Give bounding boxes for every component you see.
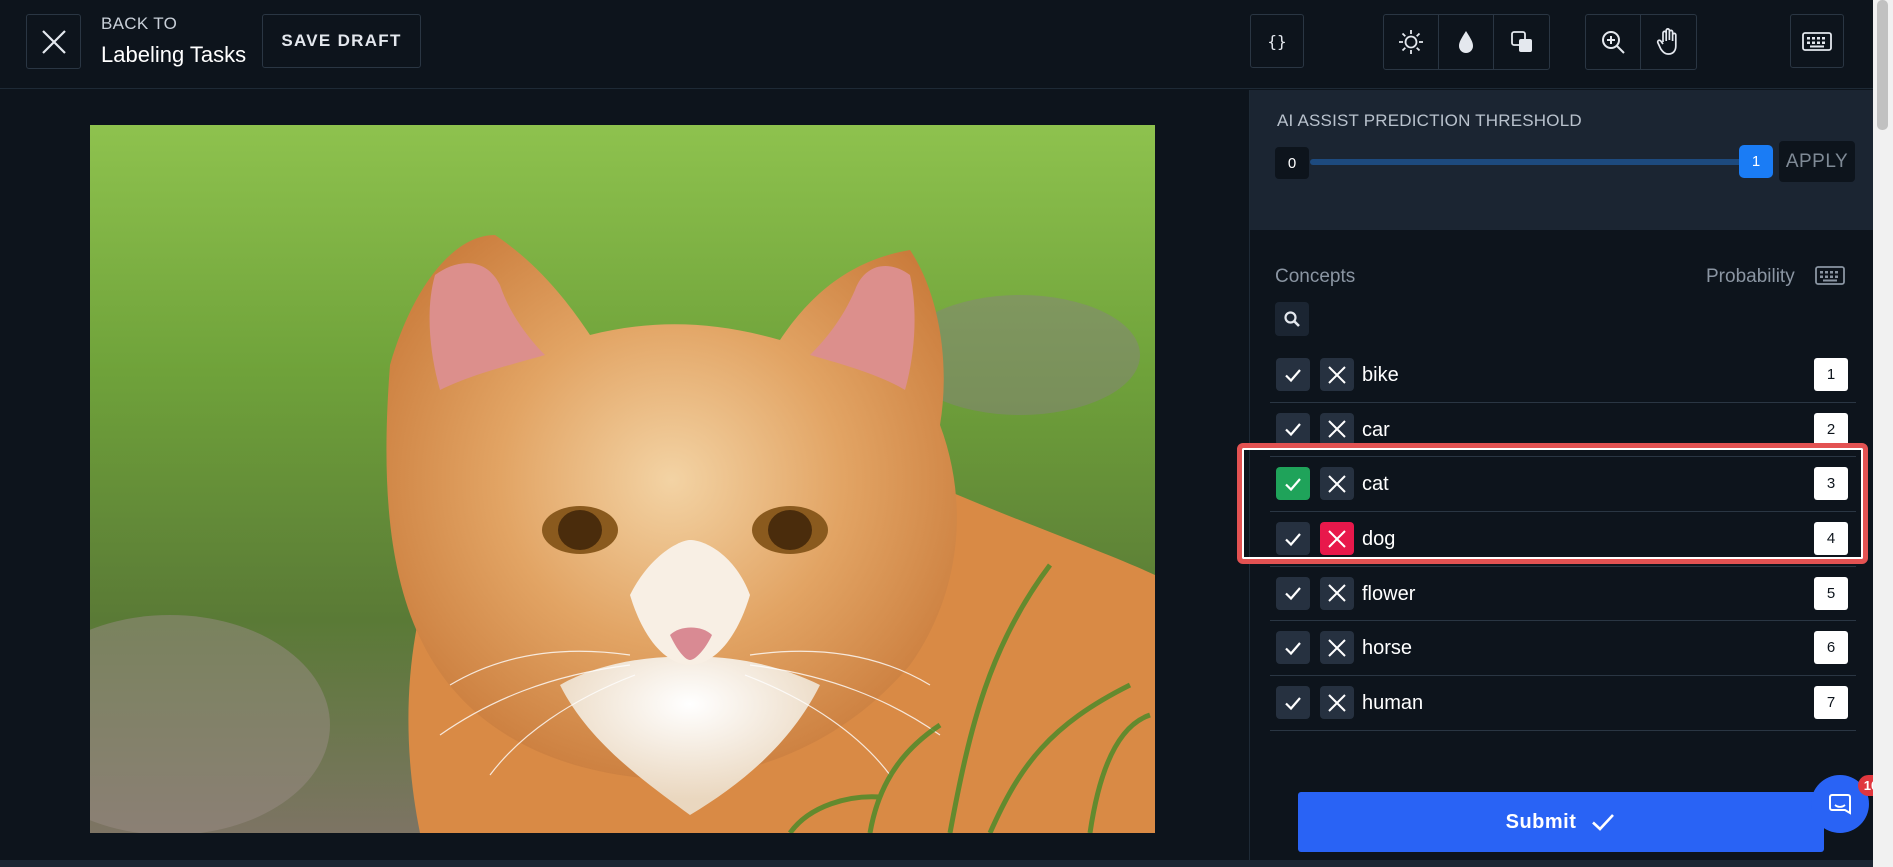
concept-row-flower: flower 5: [1270, 567, 1856, 622]
navigation-tools-group: [1585, 14, 1697, 70]
sun-icon: [1399, 30, 1423, 54]
close-button[interactable]: [26, 14, 81, 69]
concept-shortcut-key: 2: [1814, 412, 1848, 446]
top-toolbar: BACK TO Labeling Tasks SAVE DRAFT {}: [0, 0, 1873, 89]
check-icon: [1285, 368, 1301, 382]
concept-search-button[interactable]: [1275, 302, 1309, 336]
ai-assist-threshold-label: AI ASSIST PREDICTION THRESHOLD: [1277, 111, 1582, 130]
concept-row-car: car 2: [1270, 403, 1856, 458]
scrollbar-thumb[interactable]: [1877, 0, 1888, 130]
concept-row-bike: bike 1: [1270, 348, 1856, 403]
pan-button[interactable]: [1641, 15, 1696, 69]
accept-dog-button[interactable]: [1276, 522, 1310, 556]
close-icon: [1328, 475, 1346, 493]
accept-car-button[interactable]: [1276, 412, 1310, 446]
concept-shortcut-key: 3: [1814, 467, 1848, 501]
keyboard-icon: [1815, 266, 1845, 285]
close-icon: [1328, 639, 1346, 657]
close-icon: [1328, 584, 1346, 602]
accept-bike-button[interactable]: [1276, 358, 1310, 391]
reject-bike-button[interactable]: [1320, 358, 1354, 391]
saturation-button[interactable]: [1439, 15, 1494, 69]
chat-icon: [1829, 794, 1851, 815]
cat-image: [90, 125, 1155, 833]
zoom-in-button[interactable]: [1586, 15, 1641, 69]
reject-human-button[interactable]: [1320, 686, 1354, 720]
concept-list: bike 1 car 2 cat 3 dog 4 flower 5 horse …: [1270, 348, 1856, 731]
save-draft-button[interactable]: SAVE DRAFT: [262, 14, 421, 68]
accept-flower-button[interactable]: [1276, 576, 1310, 610]
labeling-side-panel: AI ASSIST PREDICTION THRESHOLD 0 1 APPLY…: [1249, 90, 1874, 867]
threshold-min-value: 0: [1275, 147, 1309, 179]
concepts-header: Concepts: [1275, 266, 1356, 287]
page-scrollbar[interactable]: [1873, 0, 1893, 867]
concept-row-horse: horse 6: [1270, 621, 1856, 677]
close-icon: [1328, 365, 1346, 384]
concept-shortcut-key: 7: [1814, 686, 1848, 720]
close-icon: [1328, 529, 1346, 548]
keyboard-icon: [1802, 32, 1832, 51]
check-icon: [1285, 642, 1301, 656]
concept-name: car: [1362, 418, 1390, 441]
json-view-button[interactable]: {}: [1250, 14, 1304, 68]
concept-row-human: human 7: [1270, 676, 1856, 731]
concept-row-cat: cat 3: [1270, 457, 1856, 513]
droplet-icon: [1459, 31, 1473, 53]
contrast-button[interactable]: [1494, 15, 1549, 69]
submit-button[interactable]: Submit: [1298, 792, 1824, 852]
search-icon: [1284, 311, 1300, 327]
back-to-label: BACK TO: [101, 14, 178, 33]
cat-photo[interactable]: [90, 125, 1155, 833]
concept-shortcut-key: 5: [1814, 576, 1848, 610]
check-icon: [1592, 814, 1615, 831]
brightness-button[interactable]: [1384, 15, 1439, 69]
accept-cat-button[interactable]: [1276, 467, 1310, 501]
probability-header: Probability: [1706, 266, 1795, 287]
close-icon: [41, 29, 66, 54]
concept-name: bike: [1362, 364, 1399, 386]
concept-shortcut-key: 1: [1814, 358, 1848, 391]
threshold-slider-track[interactable]: [1310, 159, 1748, 165]
accept-horse-button[interactable]: [1276, 631, 1310, 665]
keyboard-shortcuts-button[interactable]: [1790, 14, 1844, 68]
submit-label: Submit: [1505, 810, 1577, 833]
concept-name: cat: [1362, 473, 1389, 496]
hand-icon: [1656, 28, 1677, 55]
concept-name: flower: [1362, 582, 1416, 605]
close-icon: [1328, 420, 1346, 438]
image-adjust-group: [1383, 14, 1550, 70]
zoom-in-icon: [1602, 31, 1625, 54]
reject-flower-button[interactable]: [1320, 576, 1354, 610]
reject-horse-button[interactable]: [1320, 631, 1354, 665]
threshold-slider-handle[interactable]: 1: [1739, 145, 1773, 178]
contrast-icon: [1510, 31, 1532, 52]
check-icon: [1285, 478, 1301, 491]
reject-cat-button[interactable]: [1320, 467, 1354, 501]
check-icon: [1285, 587, 1301, 601]
reject-car-button[interactable]: [1320, 412, 1354, 446]
check-icon: [1285, 532, 1301, 546]
reject-dog-button[interactable]: [1320, 522, 1354, 556]
probability-keyboard-button[interactable]: [1814, 262, 1846, 293]
close-icon: [1328, 693, 1346, 712]
concept-shortcut-key: 4: [1814, 522, 1848, 556]
back-to-labeling-tasks-link[interactable]: Labeling Tasks: [101, 42, 246, 68]
check-icon: [1285, 423, 1301, 437]
concept-name: human: [1362, 692, 1424, 715]
check-icon: [1285, 696, 1301, 710]
accept-human-button[interactable]: [1276, 686, 1310, 720]
concept-row-dog: dog 4: [1270, 512, 1856, 567]
bottom-strip: [0, 860, 1873, 867]
concept-name: horse: [1362, 637, 1413, 660]
ai-assist-box: AI ASSIST PREDICTION THRESHOLD 0 1 APPLY: [1250, 90, 1874, 230]
concept-shortcut-key: 6: [1814, 631, 1848, 665]
apply-threshold-button[interactable]: APPLY: [1779, 141, 1855, 182]
concept-name: dog: [1362, 528, 1396, 551]
